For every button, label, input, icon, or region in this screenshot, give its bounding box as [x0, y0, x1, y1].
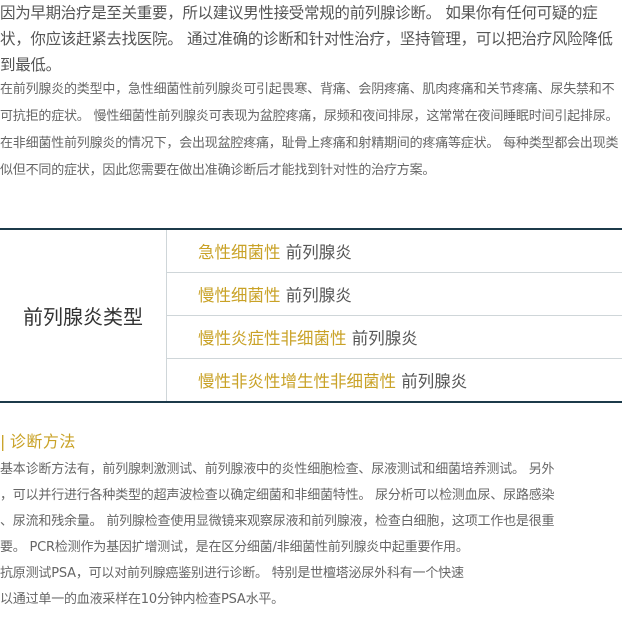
diagnosis-line: 抗原测试PSA，可以对前列腺癌鉴别进行诊断。 特别是世檀塔泌尿外科有一个快速 [0, 566, 464, 581]
diagnosis-line: 要。 PCR检测作为基因扩增测试，是在区分细菌/非细菌性前列腺炎中起重要作用。 [0, 540, 469, 555]
type-suffix: 前列腺炎 [280, 286, 352, 305]
diagnosis-line: 、尿流和残余量。 前列腺检查使用显微镜来观察尿液和前列腺液，检查白细胞，这项工作… [0, 514, 555, 529]
type-suffix: 前列腺炎 [346, 329, 418, 348]
diagnosis-line: 以通过单一的血液采样在10分钟内检查PSA水平。 [0, 592, 284, 607]
type-cell: 慢性非炎性增生性非细菌性 前列腺炎 [166, 358, 622, 402]
table-row: 前列腺炎类型 急性细菌性 前列腺炎 [0, 229, 622, 403]
table-heading-cell: 前列腺炎类型 [0, 229, 167, 403]
type-highlight: 慢性细菌性 [198, 286, 281, 305]
type-cell: 慢性炎症性非细菌性 前列腺炎 [166, 315, 622, 359]
intro-paragraph-symptoms: 在前列腺炎的类型中，急性细菌性前列腺炎可引起畏寒、背痛、会阴疼痛、肌肉疼痛和关节… [0, 82, 619, 178]
type-suffix: 前列腺炎 [280, 243, 352, 262]
type-cell: 慢性细菌性 前列腺炎 [166, 272, 622, 316]
diagnosis-line: ，可以并行进行各种类型的超声波检查以确定细菌和非细菌特性。 尿分析可以检测血尿、… [0, 488, 555, 503]
diagnosis-title-text: 诊断方法 [9, 432, 76, 451]
type-highlight: 慢性炎症性非细菌性 [198, 329, 347, 348]
intro-paragraph-large: 因为早期治疗是至关重要，所以建议男性接受常规的前列腺诊断。 如果你有任何可疑的症… [0, 4, 613, 74]
diagnosis-paragraph: 基本诊断方法有，前列腺刺激测试、前列腺液中的炎性细胞检查、尿液测试和细菌培养测试… [0, 457, 622, 618]
diagnosis-line: 基本诊断方法有，前列腺刺激测试、前列腺液中的炎性细胞检查、尿液测试和细菌培养测试… [0, 462, 555, 477]
title-bar-marker: | [0, 432, 6, 451]
type-cell: 急性细菌性 前列腺炎 [166, 229, 622, 273]
type-highlight: 急性细菌性 [198, 243, 281, 262]
prostatitis-types-table: 前列腺炎类型 急性细菌性 前列腺炎 慢性细菌性 前列腺炎 慢性炎症性非细菌性 前… [0, 228, 622, 403]
diagnosis-section-title: | 诊断方法 [0, 428, 76, 452]
type-highlight: 慢性非炎性增生性非细菌性 [198, 372, 396, 391]
type-suffix: 前列腺炎 [396, 372, 468, 391]
